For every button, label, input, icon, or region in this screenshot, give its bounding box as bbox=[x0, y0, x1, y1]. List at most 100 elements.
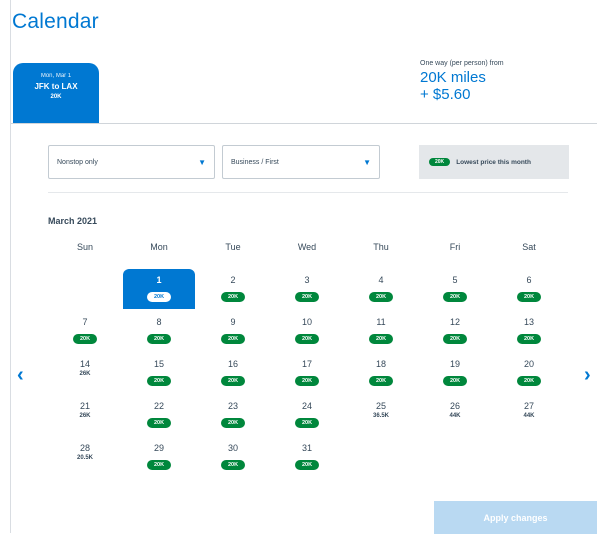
day-number: 31 bbox=[301, 443, 312, 453]
day-9[interactable]: 9 20K bbox=[197, 311, 269, 351]
day-price: 20K bbox=[72, 334, 98, 344]
price-summary: One way (per person) from 20K miles + $5… bbox=[420, 60, 504, 103]
day-number: 12 bbox=[449, 317, 460, 327]
day-3[interactable]: 3 20K bbox=[271, 269, 343, 309]
day-price: 20K bbox=[294, 460, 320, 470]
month-label: March 2021 bbox=[48, 216, 98, 226]
day-number: 21 bbox=[79, 401, 90, 411]
day-number: 10 bbox=[301, 317, 312, 327]
day-30[interactable]: 30 20K bbox=[197, 437, 269, 477]
day-28[interactable]: 28 20.5K bbox=[49, 437, 121, 477]
stops-dropdown[interactable]: Nonstop only ▼ bbox=[48, 145, 215, 179]
day-price: 20K bbox=[516, 334, 542, 344]
day-27[interactable]: 27 44K bbox=[493, 395, 565, 435]
day-price: 20K bbox=[516, 376, 542, 386]
day-price: 20K bbox=[146, 460, 172, 470]
day-11[interactable]: 11 20K bbox=[345, 311, 417, 351]
day-4[interactable]: 4 20K bbox=[345, 269, 417, 309]
day-number: 29 bbox=[153, 443, 164, 453]
day-number: 19 bbox=[449, 359, 460, 369]
day-price: 20K bbox=[294, 376, 320, 386]
day-16[interactable]: 16 20K bbox=[197, 353, 269, 393]
day-price: 20K bbox=[442, 334, 468, 344]
day-25[interactable]: 25 36.5K bbox=[345, 395, 417, 435]
day-2[interactable]: 2 20K bbox=[197, 269, 269, 309]
day-14[interactable]: 14 26K bbox=[49, 353, 121, 393]
trip-route: JFK to LAX bbox=[34, 82, 78, 91]
day-7[interactable]: 7 20K bbox=[49, 311, 121, 351]
weekday-fri: Fri bbox=[449, 242, 461, 252]
day-price: 20K bbox=[220, 334, 246, 344]
day-number: 14 bbox=[79, 359, 90, 369]
day-price: 20K bbox=[368, 334, 394, 344]
day-21[interactable]: 21 26K bbox=[49, 395, 121, 435]
day-31[interactable]: 31 20K bbox=[271, 437, 343, 477]
day-26[interactable]: 26 44K bbox=[419, 395, 491, 435]
day-23[interactable]: 23 20K bbox=[197, 395, 269, 435]
cabin-dropdown[interactable]: Business / First ▼ bbox=[222, 145, 380, 179]
day-29[interactable]: 29 20K bbox=[123, 437, 195, 477]
day-19[interactable]: 19 20K bbox=[419, 353, 491, 393]
day-price: 20K bbox=[146, 418, 172, 428]
day-1[interactable]: 1 20K bbox=[123, 269, 195, 309]
next-month-arrow-icon[interactable]: › bbox=[584, 364, 591, 387]
day-8[interactable]: 8 20K bbox=[123, 311, 195, 351]
day-number: 4 bbox=[378, 275, 384, 285]
trip-price: 20K bbox=[50, 94, 62, 100]
day-price: 20K bbox=[220, 292, 246, 302]
day-13[interactable]: 13 20K bbox=[493, 311, 565, 351]
day-22[interactable]: 22 20K bbox=[123, 395, 195, 435]
prev-month-arrow-icon[interactable]: ‹ bbox=[17, 364, 24, 387]
day-price: 20K bbox=[294, 334, 320, 344]
day-price: 26K bbox=[79, 413, 91, 419]
legend-pill: 20K bbox=[429, 158, 451, 166]
day-number: 7 bbox=[82, 317, 88, 327]
weekday-sat: Sat bbox=[522, 242, 536, 252]
day-price: 20K bbox=[368, 292, 394, 302]
day-price: 26K bbox=[79, 371, 91, 377]
day-6[interactable]: 6 20K bbox=[493, 269, 565, 309]
day-17[interactable]: 17 20K bbox=[271, 353, 343, 393]
day-price: 20K bbox=[368, 376, 394, 386]
day-number: 23 bbox=[227, 401, 238, 411]
day-number: 8 bbox=[156, 317, 162, 327]
day-10[interactable]: 10 20K bbox=[271, 311, 343, 351]
day-18[interactable]: 18 20K bbox=[345, 353, 417, 393]
day-number: 17 bbox=[301, 359, 312, 369]
day-price: 20K bbox=[220, 460, 246, 470]
cabin-value: Business / First bbox=[231, 158, 279, 166]
weekday-tue: Tue bbox=[225, 242, 241, 252]
calendar-panel: Nonstop only ▼ Business / First ▼ 20K Lo… bbox=[11, 123, 597, 534]
weekday-mon: Mon bbox=[150, 242, 168, 252]
day-price: 20K bbox=[220, 418, 246, 428]
day-number: 25 bbox=[375, 401, 386, 411]
day-5[interactable]: 5 20K bbox=[419, 269, 491, 309]
lowest-price-legend: 20K Lowest price this month bbox=[419, 145, 569, 179]
trip-date: Mon, Mar 1 bbox=[40, 73, 72, 79]
day-price: 20K bbox=[146, 376, 172, 386]
day-12[interactable]: 12 20K bbox=[419, 311, 491, 351]
apply-changes-button[interactable]: Apply changes bbox=[434, 501, 597, 534]
weekday-thu: Thu bbox=[373, 242, 389, 252]
day-number: 28 bbox=[79, 443, 90, 453]
day-number: 13 bbox=[523, 317, 534, 327]
day-number: 9 bbox=[230, 317, 236, 327]
day-number: 16 bbox=[227, 359, 238, 369]
day-15[interactable]: 15 20K bbox=[123, 353, 195, 393]
day-24[interactable]: 24 20K bbox=[271, 395, 343, 435]
day-20[interactable]: 20 20K bbox=[493, 353, 565, 393]
legend-label: Lowest price this month bbox=[456, 158, 531, 166]
day-number: 18 bbox=[375, 359, 386, 369]
day-number: 30 bbox=[227, 443, 238, 453]
day-price: 44K bbox=[449, 413, 461, 419]
chevron-down-icon: ▼ bbox=[363, 157, 371, 167]
day-number: 27 bbox=[523, 401, 534, 411]
day-number: 22 bbox=[153, 401, 164, 411]
day-price: 20K bbox=[294, 292, 320, 302]
day-number: 15 bbox=[153, 359, 164, 369]
day-price: 20K bbox=[442, 376, 468, 386]
trip-tab[interactable]: Mon, Mar 1 JFK to LAX 20K bbox=[13, 63, 99, 123]
day-price: 36.5K bbox=[372, 413, 389, 419]
day-number: 6 bbox=[526, 275, 532, 285]
day-number: 20 bbox=[523, 359, 534, 369]
